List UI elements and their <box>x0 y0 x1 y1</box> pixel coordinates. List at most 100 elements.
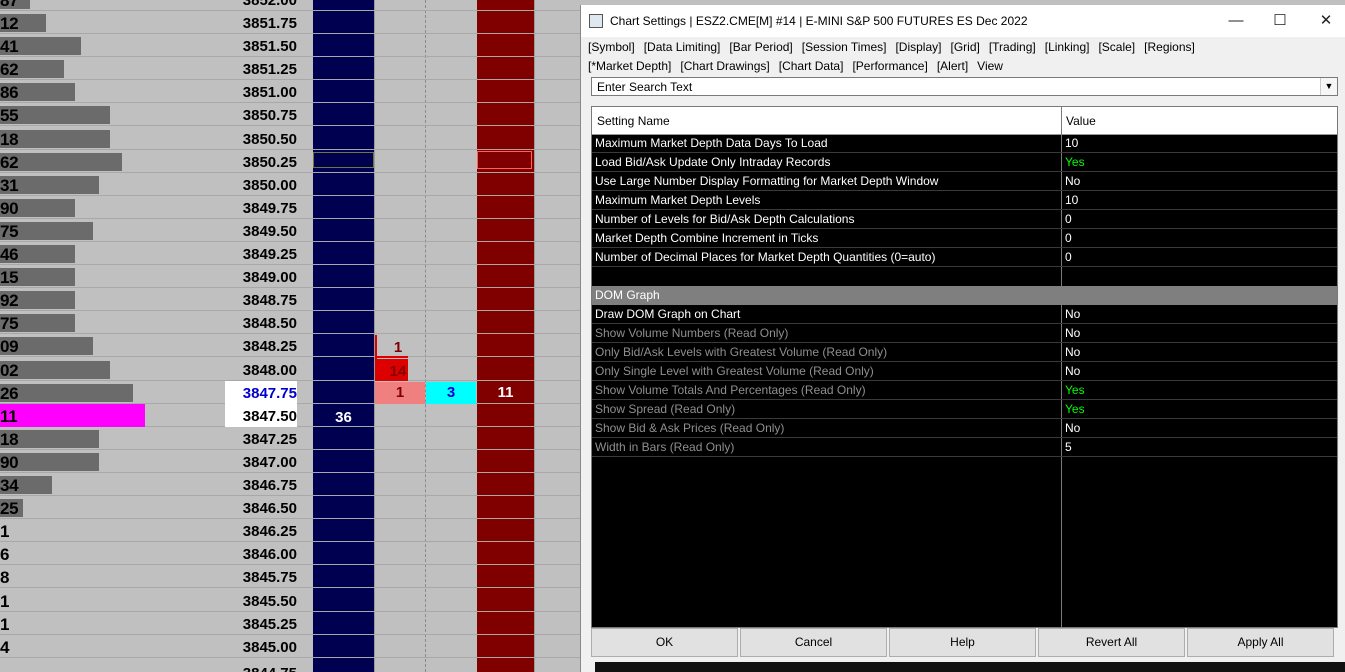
setting-value[interactable]: 0 <box>1065 250 1072 264</box>
bid-size-cell[interactable]: 36 <box>313 405 374 428</box>
search-input[interactable]: Enter Search Text ▼ <box>591 77 1338 96</box>
dom-row[interactable]: 75 3848.50 <box>0 311 580 335</box>
settings-tab[interactable]: [Session Times] <box>802 40 887 54</box>
setting-name: Show Volume Totals And Percentages (Read… <box>595 383 866 397</box>
dom-row[interactable]: 8 3845.75 <box>0 565 580 589</box>
setting-value[interactable]: No <box>1065 345 1080 359</box>
setting-row[interactable]: Show Volume Numbers (Read Only) No <box>592 324 1337 343</box>
settings-tab[interactable]: [Linking] <box>1045 40 1090 54</box>
setting-value[interactable]: No <box>1065 307 1080 321</box>
dom-row[interactable]: 3844.75 <box>0 661 580 672</box>
setting-row[interactable]: Market Depth Combine Increment in Ticks 0 <box>592 229 1337 248</box>
setting-row[interactable]: Show Volume Totals And Percentages (Read… <box>592 381 1337 400</box>
settings-tab[interactable]: [Alert] <box>937 59 968 73</box>
dom-row[interactable]: 75 3849.50 <box>0 219 580 242</box>
ask-size-cell[interactable]: 11 <box>477 382 534 404</box>
dom-row[interactable]: 34 3846.75 <box>0 473 580 496</box>
settings-tab[interactable]: [Trading] <box>989 40 1036 54</box>
setting-value[interactable]: 0 <box>1065 231 1072 245</box>
setting-row[interactable]: Only Bid/Ask Levels with Greatest Volume… <box>592 343 1337 362</box>
settings-tab[interactable]: [Bar Period] <box>729 40 792 54</box>
settings-tab[interactable]: View <box>977 59 1003 73</box>
revert-all-button[interactable]: Revert All <box>1038 628 1185 657</box>
dom-row[interactable]: 46 3849.25 <box>0 242 580 265</box>
settings-tab[interactable]: [Display] <box>895 40 941 54</box>
dom-row[interactable]: 18 3850.50 <box>0 127 580 150</box>
setting-row[interactable]: Number of Levels for Bid/Ask Depth Calcu… <box>592 210 1337 229</box>
setting-value[interactable]: No <box>1065 326 1080 340</box>
settings-tab[interactable]: [Grid] <box>950 40 979 54</box>
dom-row[interactable]: 6 3846.00 <box>0 542 580 566</box>
setting-value[interactable]: Yes <box>1065 383 1085 397</box>
volume-value: 09 <box>0 337 19 357</box>
buy-volume-cell[interactable]: 3 <box>426 382 476 404</box>
dom-row[interactable]: 41 3851.50 <box>0 34 580 58</box>
setting-row[interactable]: Show Bid & Ask Prices (Read Only) No <box>592 419 1337 438</box>
setting-value[interactable]: No <box>1065 421 1080 435</box>
setting-row[interactable]: Show Spread (Read Only) Yes <box>592 400 1337 419</box>
setting-value[interactable]: 5 <box>1065 440 1072 454</box>
dom-row[interactable]: 1 3845.50 <box>0 589 580 612</box>
apply-all-button[interactable]: Apply All <box>1187 628 1334 657</box>
cancel-button[interactable]: Cancel <box>740 628 887 657</box>
sell-volume-cell[interactable]: 14 <box>375 361 421 383</box>
dom-row[interactable]: 31 3850.00 <box>0 173 580 196</box>
setting-value[interactable]: No <box>1065 364 1080 378</box>
dom-row[interactable]: 55 3850.75 <box>0 103 580 127</box>
dialog-buttons: OK Cancel Help Revert All Apply All <box>591 628 1338 657</box>
setting-value[interactable]: Yes <box>1065 155 1085 169</box>
settings-tab[interactable]: [Data Limiting] <box>644 40 721 54</box>
price-value: 3846.50 <box>242 500 297 518</box>
price-value: 3848.75 <box>242 292 297 310</box>
settings-tab[interactable]: [Regions] <box>1144 40 1195 54</box>
setting-value[interactable]: 10 <box>1065 136 1078 150</box>
setting-row[interactable]: Draw DOM Graph on Chart No <box>592 305 1337 324</box>
setting-row[interactable]: Maximum Market Depth Data Days To Load 10 <box>592 134 1337 153</box>
maximize-icon[interactable]: ☐ <box>1265 9 1295 33</box>
settings-tab[interactable]: [Scale] <box>1098 40 1135 54</box>
setting-row[interactable]: Width in Bars (Read Only) 5 <box>592 438 1337 457</box>
price-value: 3848.50 <box>242 315 297 333</box>
settings-tab[interactable]: [Symbol] <box>588 40 635 54</box>
settings-tab[interactable]: [Chart Drawings] <box>680 59 769 73</box>
dom-row[interactable]: 87 3852.00 <box>0 0 580 11</box>
dom-row[interactable]: 62 3851.25 <box>0 57 580 81</box>
setting-value[interactable]: No <box>1065 174 1080 188</box>
dom-row[interactable]: 86 3851.00 <box>0 80 580 104</box>
dom-row[interactable]: 25 3846.50 <box>0 496 580 520</box>
sell-volume-cell[interactable]: 1 <box>375 382 425 404</box>
setting-row[interactable]: Only Single Level with Greatest Volume (… <box>592 362 1337 381</box>
settings-tab[interactable]: [Chart Data] <box>779 59 844 73</box>
dom-row[interactable]: 09 3848.25 <box>0 334 580 358</box>
ok-button[interactable]: OK <box>591 628 738 657</box>
setting-row[interactable]: Number of Decimal Places for Market Dept… <box>592 248 1337 267</box>
close-icon[interactable]: ✕ <box>1311 9 1341 33</box>
help-button[interactable]: Help <box>889 628 1036 657</box>
dom-row[interactable]: 11 3847.50 <box>0 403 580 427</box>
dom-row[interactable]: 15 3849.00 <box>0 265 580 289</box>
setting-row[interactable]: Load Bid/Ask Update Only Intraday Record… <box>592 153 1337 172</box>
settings-tab[interactable]: [Performance] <box>852 59 927 73</box>
dom-row[interactable]: 1 3845.25 <box>0 612 580 635</box>
dom-row[interactable]: 4 3845.00 <box>0 635 580 658</box>
volume-value: 18 <box>0 129 19 149</box>
minimize-icon[interactable]: — <box>1221 9 1251 33</box>
dom-row[interactable]: 12 3851.75 <box>0 11 580 34</box>
settings-tab[interactable]: [*Market Depth] <box>588 59 671 73</box>
volume-value: 6 <box>0 545 10 565</box>
dom-row[interactable]: 90 3847.00 <box>0 450 580 473</box>
setting-row[interactable]: Use Large Number Display Formatting for … <box>592 172 1337 191</box>
dom-row[interactable]: 1 3846.25 <box>0 519 580 543</box>
setting-value[interactable]: 10 <box>1065 193 1078 207</box>
dom-row[interactable]: 90 3849.75 <box>0 196 580 219</box>
dom-row[interactable]: 02 3848.00 <box>0 358 580 381</box>
chevron-down-icon[interactable]: ▼ <box>1320 78 1337 95</box>
price-value: 3848.00 <box>242 361 297 379</box>
setting-row[interactable]: Maximum Market Depth Levels 10 <box>592 191 1337 210</box>
dom-row[interactable]: 18 3847.25 <box>0 427 580 450</box>
title-bar[interactable]: Chart Settings | ESZ2.CME[M] #14 | E-MIN… <box>581 5 1345 37</box>
setting-value[interactable]: 0 <box>1065 212 1072 226</box>
setting-value[interactable]: Yes <box>1065 402 1085 416</box>
dom-row[interactable]: 92 3848.75 <box>0 288 580 312</box>
sell-volume-cell[interactable]: 1 <box>375 337 421 359</box>
